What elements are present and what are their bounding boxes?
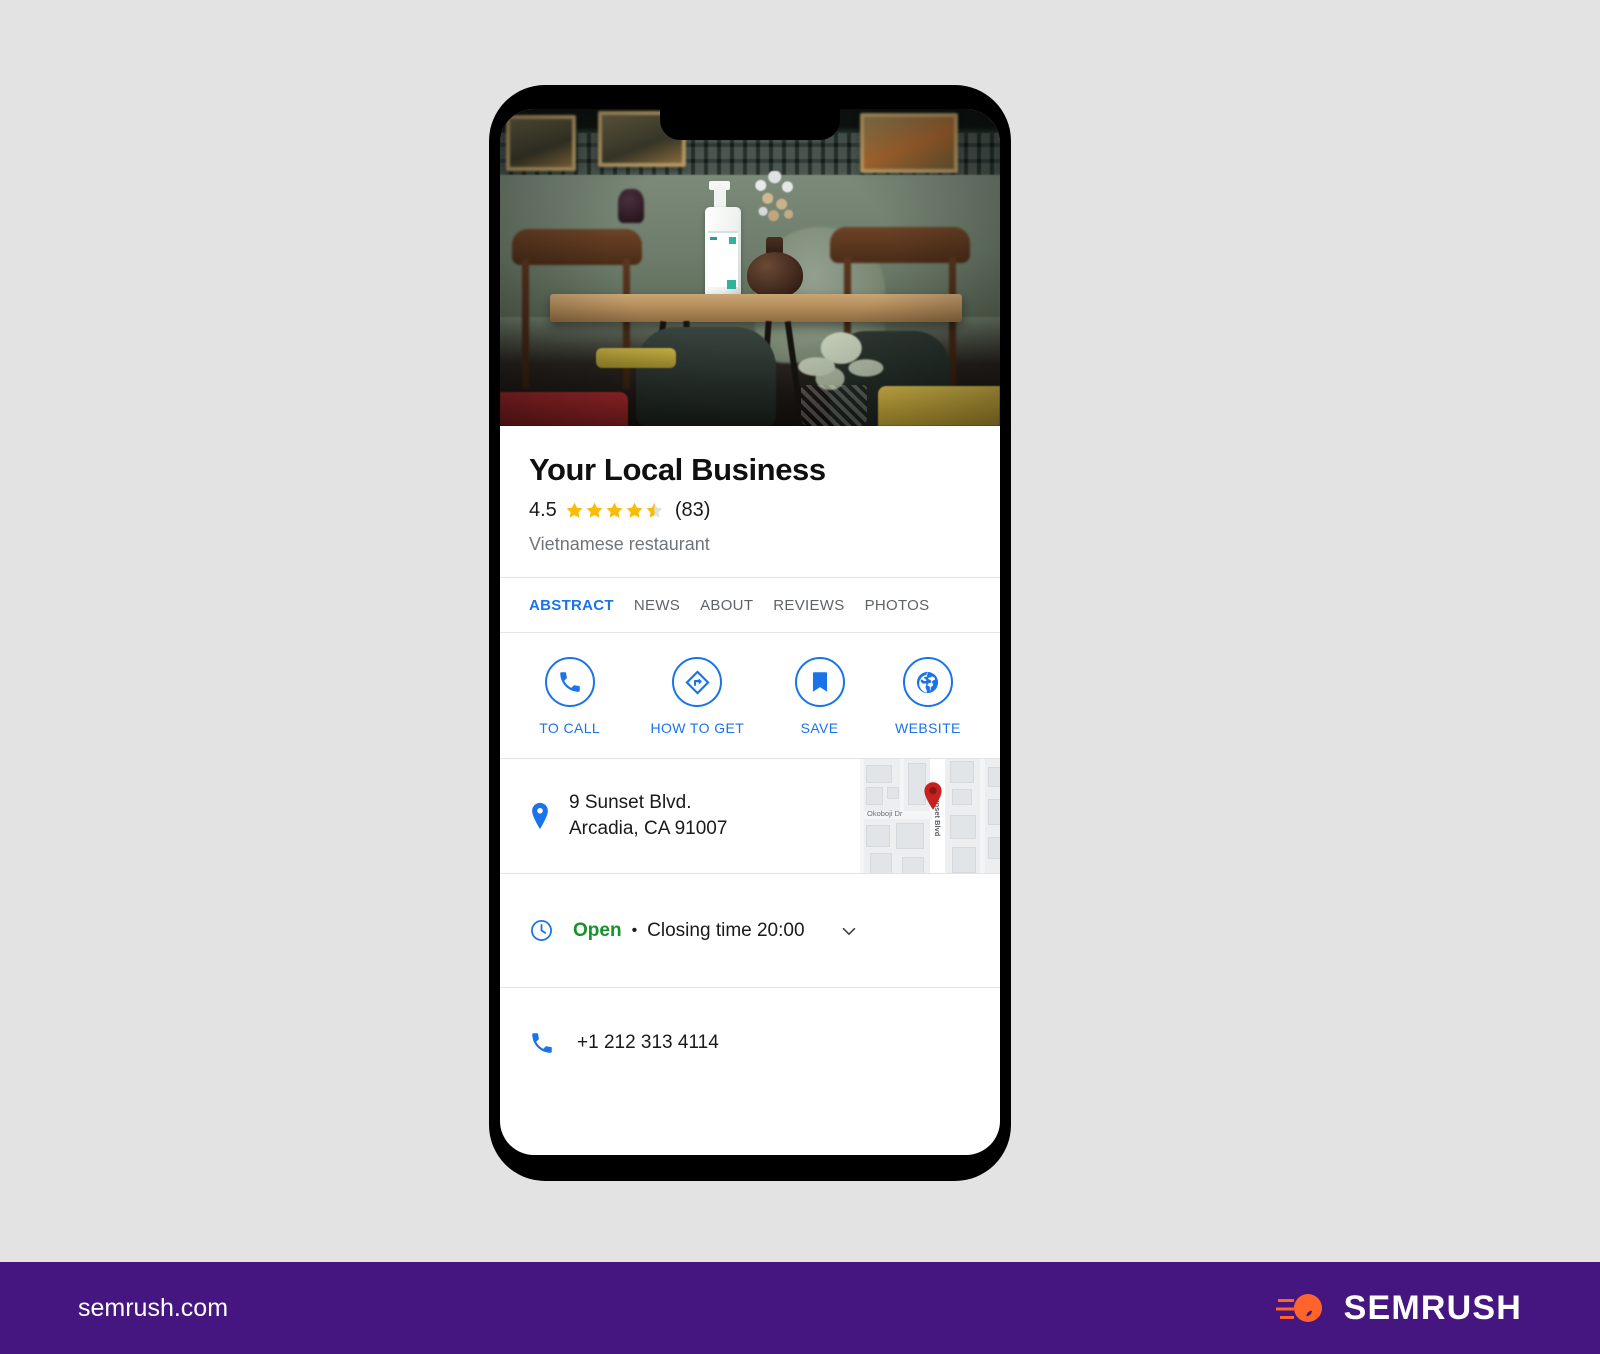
address-row[interactable]: 9 Sunset Blvd. Arcadia, CA 91007 Okoboji… [500,759,1000,875]
map-road-minor [900,759,904,812]
star-half-icon [646,502,663,518]
save-button[interactable]: SAVE [794,657,845,737]
phone-row[interactable]: +1 212 313 4114 [500,988,1000,1098]
bookmark-icon [794,657,845,708]
phone-screen: Your Local Business 4.5 (83) Vietnamese … [500,109,1000,1155]
map-building [950,761,974,784]
map-building [902,857,924,874]
star-icon [626,502,643,518]
phone-notch [660,109,840,140]
map-building [952,789,972,806]
closing-time-text: Closing time 20:00 [647,919,805,941]
map-building [866,825,890,848]
star-icon [606,502,623,518]
semrush-brand-text: SEMRUSH [1343,1288,1522,1327]
tab-news[interactable]: NEWS [634,597,680,614]
map-building [950,815,976,840]
address-line-2: Arcadia, CA 91007 [569,818,728,840]
address-text: 9 Sunset Blvd. Arcadia, CA 91007 [569,790,727,842]
website-button[interactable]: WEBSITE [895,657,961,736]
map-building [866,787,883,806]
to-call-button[interactable]: TO CALL [539,657,600,736]
tab-about[interactable]: ABOUT [700,597,753,614]
globe-icon [902,657,953,708]
star-rating [565,501,664,520]
photo-vignette [500,109,1000,426]
tab-photos[interactable]: PHOTOS [865,597,930,614]
chevron-down-icon[interactable] [838,920,860,942]
map-thumbnail[interactable]: Okoboji Dr Sunset Blvd [860,759,1000,874]
business-header: Your Local Business 4.5 (83) Vietnamese … [500,426,1000,579]
tab-bar: ABSTRACT NEWS ABOUT REVIEWS PHOTOS [500,578,1000,634]
page-title: Your Local Business [529,452,826,487]
semrush-logo: SEMRUSH [1275,1288,1522,1328]
website-label: WEBSITE [894,720,961,737]
map-road-minor [980,759,985,874]
address-content: 9 Sunset Blvd. Arcadia, CA 91007 [500,759,860,873]
phone-icon [544,657,595,708]
status-badge: Open [573,919,622,941]
map-building [866,765,892,784]
map-building [887,787,899,800]
business-hero-photo [500,109,1000,426]
footer-url[interactable]: semrush.com [78,1294,228,1323]
map-building [870,853,892,874]
how-to-get-label: HOW TO GET [650,720,745,737]
phone-device-frame: Your Local Business 4.5 (83) Vietnamese … [489,85,1011,1181]
phone-number[interactable]: +1 212 313 4114 [577,1032,719,1054]
address-line-1: 9 Sunset Blvd. [569,791,692,813]
directions-icon [672,657,723,708]
business-category: Vietnamese restaurant [529,534,710,555]
tab-abstract[interactable]: ABSTRACT [529,597,614,614]
review-count: (83) [674,499,711,522]
hours-row[interactable]: Open • Closing time 20:00 [500,874,1000,989]
star-icon [586,502,603,518]
map-building [988,767,1000,788]
hours-text: Open • Closing time 20:00 [573,920,805,942]
star-icon [566,502,583,518]
map-building [988,799,1000,826]
to-call-label: TO CALL [539,720,601,737]
clock-icon [529,918,554,943]
semrush-footer-bar: semrush.com SEMRUSH [0,1262,1600,1354]
how-to-get-button[interactable]: HOW TO GET [650,657,744,736]
map-pin-icon [529,802,551,830]
rating-row: 4.5 (83) [529,499,971,522]
tab-reviews[interactable]: REVIEWS [773,597,844,614]
phone-icon [529,1030,555,1056]
rating-value: 4.5 [529,499,557,522]
map-street-label-okoboji: Okoboji Dr [867,809,903,819]
action-button-row: TO CALL HOW TO GET SAVE WEBSITE [500,633,1000,760]
hours-separator: • [631,921,638,939]
map-location-pin-icon [924,782,942,810]
map-building [896,823,924,850]
save-label: SAVE [800,720,839,737]
semrush-comet-icon [1275,1294,1322,1322]
map-building [988,837,1000,860]
map-road-minor [860,759,864,874]
map-building [952,847,976,874]
